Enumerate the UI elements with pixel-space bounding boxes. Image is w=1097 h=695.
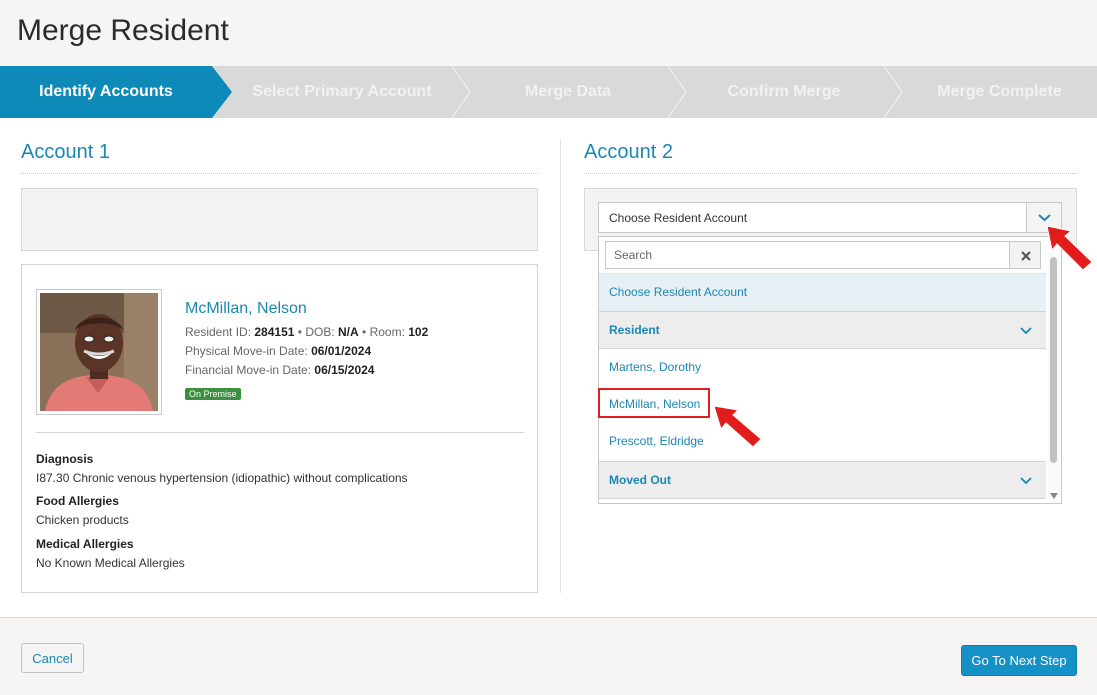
resident-id-line: Resident ID: 284151 • DOB: N/A • Room: 1… xyxy=(185,325,428,339)
page-title: Merge Resident xyxy=(17,14,229,47)
cancel-button[interactable]: Cancel xyxy=(21,643,84,673)
room-value: 102 xyxy=(408,325,429,339)
physical-move-in-line: Physical Move-in Date: 06/01/2024 xyxy=(185,344,371,358)
financial-move-in-label: Financial Move-in Date: xyxy=(185,363,312,377)
group-header-resident[interactable]: Resident xyxy=(599,311,1046,349)
scrollbar-thumb[interactable] xyxy=(1050,257,1057,463)
medical-allergies-value: No Known Medical Allergies xyxy=(36,556,185,570)
annotation-arrow-icon xyxy=(1046,225,1093,271)
chevron-down-icon xyxy=(1020,327,1032,335)
dropdown-search-input[interactable] xyxy=(605,241,1010,269)
dob-value: N/A xyxy=(338,325,359,339)
food-allergies-label: Food Allergies xyxy=(36,494,119,508)
financial-move-in-value: 06/15/2024 xyxy=(314,363,375,377)
account-1-selector-panel xyxy=(21,188,538,251)
group-label: Moved Out xyxy=(609,473,671,487)
step-select-primary-account: Select Primary Account xyxy=(252,83,432,100)
card-divider xyxy=(36,432,524,433)
medical-allergies-label: Medical Allergies xyxy=(36,537,134,551)
physical-move-in-label: Physical Move-in Date: xyxy=(185,344,308,358)
dob-label: DOB: xyxy=(305,325,335,339)
resident-name-link[interactable]: McMillan, Nelson xyxy=(185,300,307,318)
group-header-moved-out[interactable]: Moved Out xyxy=(599,461,1046,499)
step-confirm-merge: Confirm Merge xyxy=(727,83,841,100)
step-merge-data: Merge Data xyxy=(524,83,612,100)
group-label: Resident xyxy=(609,323,660,337)
room-label: Room: xyxy=(369,325,405,339)
resident-id-value: 284151 xyxy=(254,325,295,339)
account-2-title: Account 2 xyxy=(584,141,673,163)
account-1-title: Account 1 xyxy=(21,141,110,163)
step-merge-complete: Merge Complete xyxy=(937,83,1062,100)
step-wizard: Identify Accounts Select Primary Account… xyxy=(0,66,1097,118)
step-identify-accounts: Identify Accounts xyxy=(0,66,232,118)
diagnosis-value: I87.30 Chronic venous hypertension (idio… xyxy=(36,471,408,485)
divider xyxy=(584,173,1077,174)
go-to-next-step-button[interactable]: Go To Next Step xyxy=(961,645,1077,676)
financial-move-in-line: Financial Move-in Date: 06/15/2024 xyxy=(185,363,374,377)
resident-id-label: Resident ID: xyxy=(185,325,252,339)
option-resident[interactable]: Martens, Dorothy xyxy=(599,349,1046,386)
bullet-separator: • xyxy=(362,325,370,339)
physical-move-in-value: 06/01/2024 xyxy=(311,344,372,358)
diagnosis-label: Diagnosis xyxy=(36,452,94,466)
annotation-arrow-icon xyxy=(713,405,762,448)
close-icon xyxy=(1021,251,1031,261)
option-choose-resident-account[interactable]: Choose Resident Account xyxy=(599,273,1046,311)
resident-photo xyxy=(36,289,162,415)
divider xyxy=(21,173,538,174)
column-divider xyxy=(560,140,561,593)
select-value: Choose Resident Account xyxy=(609,211,748,225)
page-header: Merge Resident xyxy=(0,0,1097,66)
chevron-down-icon xyxy=(1020,477,1032,485)
resident-dropdown-list: Choose Resident Account Resident Martens… xyxy=(598,236,1062,504)
status-badge: On Premise xyxy=(185,388,241,400)
page-footer: Cancel Go To Next Step xyxy=(0,617,1097,695)
annotation-highlight-box xyxy=(598,388,710,418)
clear-search-button[interactable] xyxy=(1009,241,1041,269)
resident-account-select[interactable]: Choose Resident Account xyxy=(598,202,1062,233)
resident-card: McMillan, Nelson Resident ID: 284151 • D… xyxy=(21,264,538,593)
dropdown-scrollbar[interactable] xyxy=(1048,253,1060,503)
option-resident[interactable]: Prescott, Eldridge xyxy=(599,423,1046,460)
scroll-down-arrow-icon[interactable] xyxy=(1050,493,1058,499)
food-allergies-value: Chicken products xyxy=(36,513,129,527)
